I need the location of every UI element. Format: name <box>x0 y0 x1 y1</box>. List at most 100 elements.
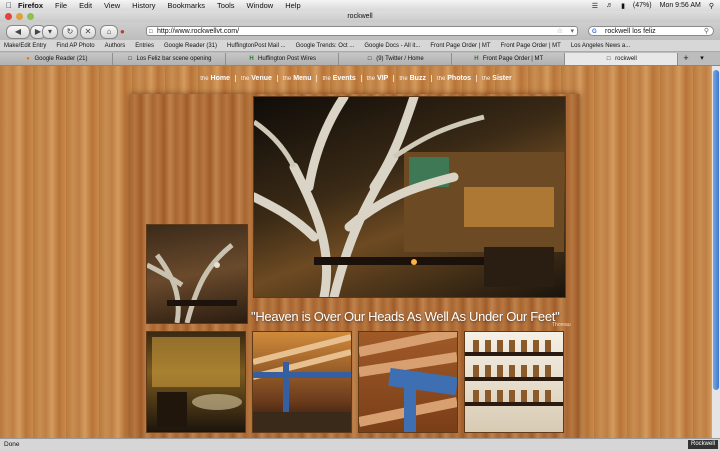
nav-buzz[interactable]: the Buzz <box>394 75 432 82</box>
bookmark-item[interactable]: Front Page Order | MT <box>430 43 490 49</box>
thumbnail-illustration <box>253 334 351 432</box>
history-dropdown-button[interactable]: ▾ <box>42 25 58 39</box>
tab-list-button[interactable]: ▾ <box>694 52 710 65</box>
h-icon: H <box>474 55 479 62</box>
status-bar: Done Rockwell <box>0 438 720 451</box>
home-icon: ⌂ <box>106 27 112 36</box>
vertical-scrollbar[interactable] <box>711 66 720 438</box>
bookmark-item[interactable]: Google Docs - All it... <box>364 43 420 49</box>
clock[interactable]: Mon 9:56 AM <box>660 2 701 9</box>
menu-help[interactable]: Help <box>285 1 300 10</box>
stop-button[interactable]: ✕ <box>80 25 96 39</box>
google-search-icon[interactable]: G <box>592 27 597 37</box>
page-icon: □ <box>606 55 611 62</box>
address-bar[interactable]: □ http://www.rockwellvt.com/ ☆ ▾ <box>146 26 578 36</box>
menu-edit[interactable]: Edit <box>79 1 92 10</box>
bookmark-item[interactable]: HuffingtonPost Mail ... <box>227 43 286 49</box>
thumbnail-illustration <box>359 332 457 432</box>
tab-twitter[interactable]: □ (9) Twitter / Home <box>339 53 452 65</box>
quote-text: "Heaven is Over Our Heads As Well As Und… <box>251 309 560 324</box>
reload-button[interactable]: ↻ <box>62 25 78 39</box>
bookmark-item[interactable]: Entries <box>135 43 154 49</box>
tab-label: (9) Twitter / Home <box>376 56 424 62</box>
bookmark-item[interactable]: Google Trends: Oct ... <box>296 43 355 49</box>
menu-file[interactable]: File <box>55 1 67 10</box>
page-icon: □ <box>367 55 372 62</box>
volume-icon[interactable]: ♬ <box>606 2 613 9</box>
window-titlebar: rockwell <box>0 11 720 22</box>
search-box[interactable]: G rockwell los feliz ⚲ <box>588 26 714 36</box>
window-controls <box>5 13 34 20</box>
side-photo-illustration <box>147 243 237 323</box>
tab-front-page-order[interactable]: H Front Page Order | MT <box>452 53 565 65</box>
site-favicon-icon: □ <box>149 29 153 35</box>
menu-view[interactable]: View <box>104 1 120 10</box>
thumbnail-photo[interactable] <box>252 331 352 433</box>
hero-illustration <box>254 97 564 297</box>
thumbnail-illustration <box>152 337 242 427</box>
status-text: Done <box>4 441 20 448</box>
url-dropdown-icon[interactable]: ▾ <box>570 27 574 37</box>
nav-events[interactable]: the Events <box>317 75 362 82</box>
tab-label: Google Reader (21) <box>34 56 88 62</box>
browser-toolbar: ◀ ▶ ▾ ↻ ✕ ⌂ ● □ http://www.rockwellvt.co… <box>0 22 720 40</box>
menu-tools[interactable]: Tools <box>217 1 235 10</box>
nav-vip[interactable]: the VIP <box>362 75 395 82</box>
nav-menu[interactable]: the Menu <box>278 75 318 82</box>
bookmark-item[interactable]: Front Page Order | MT <box>501 43 561 49</box>
tab-label: Los Feliz bar scene opening <box>136 56 212 62</box>
side-photo[interactable] <box>146 224 248 324</box>
menu-history[interactable]: History <box>132 1 155 10</box>
nav-photos[interactable]: the Photos <box>432 75 477 82</box>
menu-bookmarks[interactable]: Bookmarks <box>168 1 206 10</box>
tab-huffington-wires[interactable]: H Huffington Post Wires <box>226 53 339 65</box>
nav-venue[interactable]: the Venue <box>236 75 278 82</box>
thumbnail-photo[interactable] <box>358 331 458 433</box>
menu-window[interactable]: Window <box>247 1 274 10</box>
addon-icon[interactable]: ● <box>120 27 125 36</box>
apple-menu-icon[interactable]:  <box>0 1 18 10</box>
rss-icon: ● <box>26 55 30 62</box>
chevron-down-icon: ▾ <box>47 27 52 36</box>
page-content: the Home the Venue the Menu the Events the V… <box>0 66 712 438</box>
bookmark-item[interactable]: Authors <box>105 43 126 49</box>
forward-arrow-icon: ▶ <box>34 27 42 36</box>
bookmark-item[interactable]: Google Reader (31) <box>164 43 217 49</box>
menu-app-firefox[interactable]: Firefox <box>18 1 43 10</box>
back-arrow-icon: ◀ <box>14 27 22 36</box>
search-input-value: rockwell los feliz <box>605 28 656 35</box>
back-button[interactable]: ◀ <box>6 25 30 39</box>
thumbnail-illustration <box>465 340 563 406</box>
minimize-window-icon[interactable] <box>16 13 23 20</box>
close-window-icon[interactable] <box>5 13 12 20</box>
tab-label: Huffington Post Wires <box>258 56 316 62</box>
bookmarks-toolbar: Make/Edit Entry Find AP Photo Authors En… <box>0 40 720 52</box>
bookmark-star-icon[interactable]: ☆ <box>557 27 563 37</box>
battery-icon[interactable]: ▮ <box>621 2 625 10</box>
bookmark-item[interactable]: Find AP Photo <box>56 43 94 49</box>
stop-icon: ✕ <box>84 27 92 36</box>
spotlight-icon[interactable]: ⚲ <box>709 2 714 10</box>
nav-home[interactable]: the Home <box>195 75 236 82</box>
site-panel: "Heaven is Over Our Heads As Well As Und… <box>130 94 580 438</box>
bookmark-item[interactable]: Make/Edit Entry <box>4 43 46 49</box>
bookmark-item[interactable]: Los Angeles News a... <box>571 43 630 49</box>
quote-source: Thoreau <box>552 322 571 328</box>
search-icon[interactable]: ⚲ <box>704 27 709 37</box>
zoom-window-icon[interactable] <box>27 13 34 20</box>
address-bar-url: http://www.rockwellvt.com/ <box>157 28 240 35</box>
thumbnail-photo[interactable] <box>464 331 564 433</box>
nav-sister[interactable]: the Sister <box>477 75 517 82</box>
scrollbar-thumb[interactable] <box>713 70 719 390</box>
hero-photo[interactable] <box>253 96 566 298</box>
wifi-icon[interactable]: ☰ <box>592 2 598 10</box>
thumbnail-photo[interactable] <box>146 331 246 433</box>
tab-los-feliz[interactable]: □ Los Feliz bar scene opening <box>113 53 226 65</box>
tab-google-reader[interactable]: ● Google Reader (21) <box>0 53 113 65</box>
plus-icon: + <box>683 53 689 63</box>
new-tab-button[interactable]: + <box>678 52 694 65</box>
tab-rockwell[interactable]: □ rockwell <box>565 53 678 65</box>
tab-label: rockwell <box>615 56 637 62</box>
reload-icon: ↻ <box>66 27 74 36</box>
home-button[interactable]: ⌂ <box>100 25 118 39</box>
